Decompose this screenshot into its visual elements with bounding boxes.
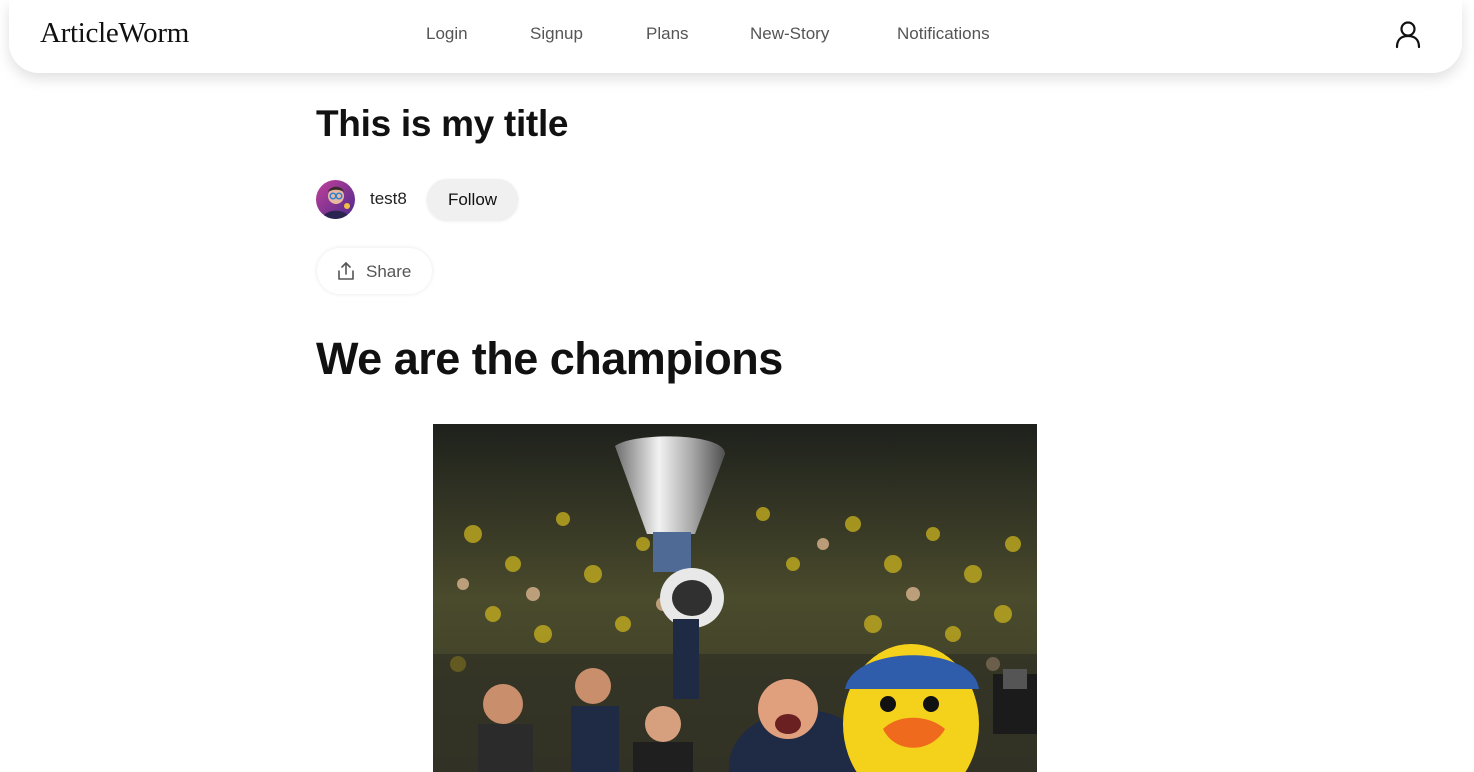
brand-logo[interactable]: ArticleWorm	[40, 17, 189, 50]
nav-plans-link[interactable]: Plans	[646, 24, 689, 44]
user-icon[interactable]	[1393, 19, 1423, 49]
nav-login-link[interactable]: Login	[426, 24, 468, 44]
nav-signup-link[interactable]: Signup	[530, 24, 583, 44]
nav-notifications-link[interactable]: Notifications	[897, 24, 990, 44]
share-upload-icon	[337, 262, 355, 281]
story-title: This is my title	[316, 103, 569, 144]
author-name[interactable]: test8	[370, 189, 407, 209]
article-heading: We are the champions	[316, 333, 783, 384]
share-button[interactable]: Share	[317, 248, 432, 294]
follow-button[interactable]: Follow	[427, 179, 518, 220]
share-label: Share	[366, 262, 412, 281]
article-photo	[433, 424, 1037, 772]
nav-new-story-link[interactable]: New-Story	[750, 24, 829, 44]
top-navbar: ArticleWorm Login Signup Plans New-Story…	[9, 0, 1462, 73]
author-avatar[interactable]	[316, 180, 355, 219]
